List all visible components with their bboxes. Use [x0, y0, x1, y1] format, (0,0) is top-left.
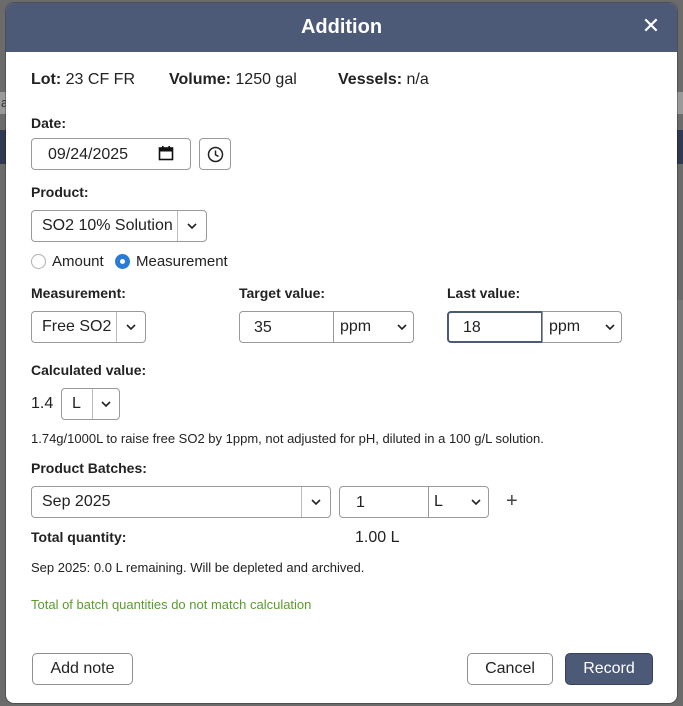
remaining-note: Sep 2025: 0.0 L remaining. Will be deple…: [31, 560, 365, 575]
chevron-down-icon: [93, 397, 119, 411]
measurement-value: Free SO2: [42, 318, 112, 335]
target-unit-select[interactable]: ppm: [333, 311, 414, 343]
volume-info: Volume: 1250 gal: [169, 71, 297, 89]
measurement-radio-label: Measurement: [136, 253, 228, 270]
modal-title: Addition: [300, 16, 383, 38]
cancel-button[interactable]: Cancel: [467, 653, 553, 685]
time-button[interactable]: [199, 138, 231, 170]
vessels-value: n/a: [406, 71, 429, 88]
add-batch-icon[interactable]: +: [506, 490, 518, 513]
target-unit: ppm: [340, 318, 372, 335]
total-value: 1.00 L: [355, 529, 400, 546]
last-label: Last value:: [447, 285, 521, 301]
target-value: 35: [254, 319, 272, 336]
target-label: Target value:: [239, 285, 326, 301]
date-value: 09/24/2025: [48, 146, 129, 163]
measurement-select[interactable]: Free SO2: [31, 311, 146, 343]
measurement-radio[interactable]: Measurement: [115, 253, 228, 270]
modal-body: Lot: 23 CF FR Volume: 1250 gal Vessels: …: [6, 52, 677, 703]
date-input[interactable]: 09/24/2025: [31, 138, 191, 170]
date-label: Date:: [31, 115, 67, 131]
batch-select[interactable]: Sep 2025: [31, 486, 331, 518]
measurement-label: Measurement:: [31, 285, 126, 301]
last-value: 18: [463, 319, 481, 336]
vessels-label: Vessels:: [338, 71, 403, 88]
batch-quantity-input[interactable]: 1: [339, 486, 429, 518]
last-unit-select[interactable]: ppm: [542, 311, 622, 343]
chevron-down-icon: [302, 495, 330, 509]
add-note-button[interactable]: Add note: [32, 653, 133, 685]
last-input[interactable]: 18: [447, 311, 543, 343]
amount-radio-circle[interactable]: [31, 254, 46, 269]
calculated-unit: L: [72, 395, 81, 412]
batch-unit-select[interactable]: L: [428, 486, 489, 518]
calculated-label: Calculated value:: [31, 362, 147, 378]
volume-value: 1250 gal: [235, 71, 297, 88]
vessels-info: Vessels: n/a: [338, 71, 429, 89]
calculated-value: 1.4: [31, 395, 54, 412]
close-icon[interactable]: ✕: [639, 15, 663, 39]
batch-quantity: 1: [356, 494, 365, 511]
product-value: SO2 10% Solution: [42, 217, 173, 234]
chevron-down-icon: [391, 320, 413, 334]
modal-header: Addition ✕: [6, 3, 677, 52]
amount-radio-label: Amount: [52, 253, 104, 270]
chevron-down-icon: [464, 495, 488, 509]
calendar-icon[interactable]: [158, 145, 174, 166]
chevron-down-icon: [599, 320, 621, 334]
addition-modal: Addition ✕ Lot: 23 CF FR Volume: 1250 ga…: [6, 3, 677, 703]
batches-label: Product Batches:: [31, 460, 147, 476]
batch-value: Sep 2025: [42, 493, 111, 510]
lot-label: Lot:: [31, 71, 62, 88]
calculated-unit-select[interactable]: L: [61, 388, 120, 420]
product-select[interactable]: SO2 10% Solution: [31, 210, 207, 242]
record-button[interactable]: Record: [565, 653, 653, 685]
amount-radio[interactable]: Amount: [31, 253, 104, 270]
target-input[interactable]: 35: [239, 311, 334, 343]
chevron-down-icon: [117, 320, 145, 334]
last-unit: ppm: [549, 318, 581, 335]
chevron-down-icon: [178, 219, 206, 233]
measurement-radio-circle[interactable]: [115, 254, 130, 269]
volume-label: Volume:: [169, 71, 231, 88]
lot-value: 23 CF FR: [65, 71, 135, 88]
lot-info: Lot: 23 CF FR: [31, 71, 135, 89]
product-label: Product:: [31, 184, 89, 200]
mismatch-warning: Total of batch quantities do not match c…: [31, 597, 312, 612]
calculation-note: 1.74g/1000L to raise free SO2 by 1ppm, n…: [31, 431, 544, 446]
batch-unit: L: [434, 493, 443, 510]
clock-icon: [207, 146, 224, 168]
total-label: Total quantity:: [31, 529, 127, 545]
